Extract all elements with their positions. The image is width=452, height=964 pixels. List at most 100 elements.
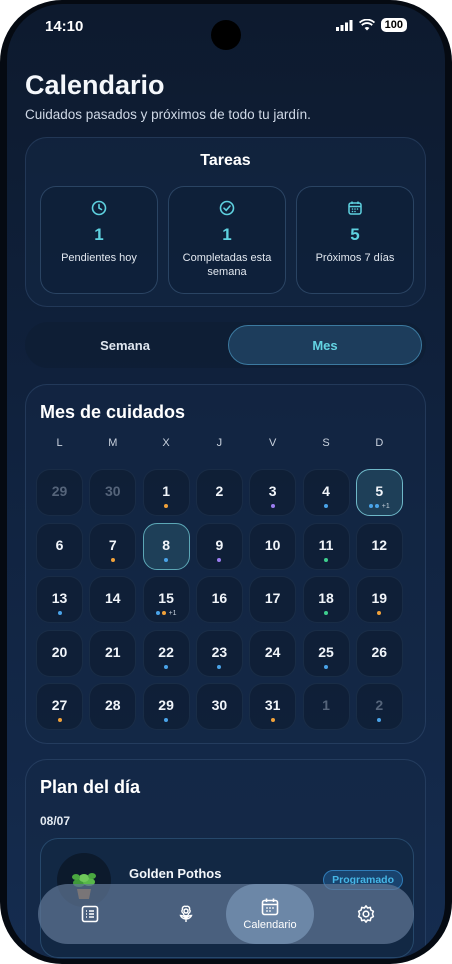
tab-list[interactable] bbox=[58, 884, 122, 944]
day-number: 26 bbox=[371, 643, 388, 660]
month-view-button[interactable]: Mes bbox=[228, 325, 422, 365]
calendar-day[interactable]: 3 bbox=[249, 469, 297, 516]
stat-pending-today[interactable]: 1 Pendientes hoy bbox=[40, 186, 158, 294]
calendar-day[interactable]: 14 bbox=[89, 576, 137, 623]
calendar-day[interactable]: 24 bbox=[249, 629, 297, 677]
calendar-day[interactable]: 2 bbox=[195, 469, 243, 516]
care-dot bbox=[324, 611, 328, 615]
calendar-day[interactable]: 2 bbox=[355, 683, 403, 730]
page-subtitle: Cuidados pasados y próximos de todo tu j… bbox=[25, 107, 311, 122]
calendar-day[interactable]: 22 bbox=[142, 629, 190, 677]
calendar-day[interactable]: 19 bbox=[355, 576, 403, 623]
day-number: 3 bbox=[268, 483, 277, 499]
calendar-day[interactable]: 9 bbox=[195, 522, 243, 570]
flower-icon bbox=[179, 905, 193, 922]
day-number: 20 bbox=[51, 643, 68, 660]
day-number: 29 bbox=[158, 697, 174, 713]
calendar-day[interactable]: 6 bbox=[36, 522, 83, 570]
care-indicators bbox=[357, 717, 402, 723]
day-number: 14 bbox=[105, 590, 121, 606]
day-number: 13 bbox=[51, 590, 68, 606]
care-dot bbox=[110, 557, 115, 562]
stat-value: 5 bbox=[350, 225, 360, 244]
care-indicators bbox=[304, 503, 349, 509]
bottom-tab-bar: Calendario bbox=[38, 884, 414, 944]
calendar-day[interactable]: 7 bbox=[89, 522, 137, 570]
calendar-icon bbox=[348, 201, 362, 215]
calendar-day[interactable]: 21 bbox=[89, 629, 137, 677]
care-indicators bbox=[144, 717, 189, 723]
tab-calendar[interactable]: Calendario bbox=[226, 884, 314, 944]
calendar-title: Mes de cuidados bbox=[40, 402, 186, 422]
stat-completed-week[interactable]: 1 Completadas esta semana bbox=[168, 186, 286, 294]
calendar-day[interactable]: 5 +1 bbox=[355, 469, 403, 516]
weekday-label: S bbox=[322, 437, 330, 449]
day-number: 10 bbox=[264, 536, 281, 553]
stat-value: 1 bbox=[222, 225, 232, 244]
care-dot bbox=[270, 504, 275, 508]
day-number: 28 bbox=[105, 697, 121, 713]
day-number: 30 bbox=[105, 483, 121, 499]
care-dot bbox=[164, 557, 169, 562]
calendar-day[interactable]: 20 bbox=[36, 629, 83, 677]
calendar-day[interactable]: 31 bbox=[249, 683, 297, 730]
day-number: 8 bbox=[162, 536, 170, 553]
calendar-day[interactable]: 30 bbox=[89, 469, 137, 516]
tab-plants[interactable] bbox=[154, 884, 218, 944]
weekday-label: L bbox=[56, 437, 63, 449]
calendar-day[interactable]: 11 bbox=[302, 522, 350, 570]
care-dot bbox=[164, 664, 169, 669]
check-circle-icon bbox=[219, 200, 235, 216]
care-indicators bbox=[304, 610, 349, 616]
page-title: Calendario bbox=[25, 70, 165, 100]
calendar-day[interactable]: 18 bbox=[302, 576, 350, 623]
care-indicators bbox=[250, 717, 295, 723]
day-number: 11 bbox=[318, 536, 334, 553]
calendar-day[interactable]: 16 bbox=[195, 576, 243, 623]
calendar-day[interactable]: 23 bbox=[195, 629, 243, 677]
calendar-day[interactable]: 30 bbox=[195, 683, 243, 730]
calendar-day[interactable]: 13 bbox=[36, 576, 83, 623]
calendar-day[interactable]: 26 bbox=[355, 629, 403, 677]
care-dot bbox=[57, 718, 62, 722]
calendar-day[interactable]: 1 bbox=[302, 683, 350, 730]
care-indicators bbox=[304, 557, 349, 563]
care-dot bbox=[57, 611, 62, 615]
care-dot bbox=[374, 504, 379, 508]
calendar-card: Mes de cuidados L M X J V S D 29 30 1 2 3 4 5 +1 6 7 8 9 10… bbox=[25, 384, 426, 744]
weekday-label: V bbox=[269, 437, 277, 449]
weekday-label: J bbox=[216, 437, 223, 449]
day-number: 21 bbox=[105, 643, 121, 660]
day-number: 7 bbox=[108, 536, 117, 553]
care-dot bbox=[217, 557, 222, 562]
care-dot bbox=[324, 557, 328, 562]
status-bar: 14:10 100 bbox=[7, 4, 445, 50]
calendar-day[interactable]: 29 bbox=[36, 469, 83, 516]
calendar-day[interactable]: 17 bbox=[249, 576, 297, 623]
signal-icon bbox=[335, 19, 353, 31]
day-number: 15 bbox=[158, 590, 174, 606]
calendar-day[interactable]: 8 bbox=[142, 522, 190, 570]
day-number: 1 bbox=[162, 483, 170, 499]
calendar-day[interactable]: 15 +1 bbox=[142, 576, 190, 623]
calendar-day[interactable]: 27 bbox=[36, 683, 83, 730]
care-indicators bbox=[250, 503, 295, 509]
calendar-day[interactable]: 4 bbox=[302, 469, 350, 516]
care-indicators bbox=[37, 717, 82, 723]
tab-settings[interactable] bbox=[334, 884, 398, 944]
care-indicators bbox=[197, 557, 242, 563]
stat-label: Próximos 7 días bbox=[315, 252, 395, 264]
calendar-day[interactable]: 25 bbox=[302, 629, 350, 677]
calendar-day[interactable]: 28 bbox=[89, 683, 137, 730]
calendar-day[interactable]: 10 bbox=[249, 522, 297, 570]
stat-upcoming-7-days[interactable]: 5 Próximos 7 días bbox=[296, 186, 414, 294]
wifi-icon bbox=[358, 19, 375, 31]
week-view-button[interactable]: Semana bbox=[28, 325, 222, 365]
calendar-day[interactable]: 29 bbox=[142, 683, 190, 730]
calendar-day[interactable]: 1 bbox=[142, 469, 190, 516]
day-number: 31 bbox=[264, 697, 281, 713]
plant-name: Golden Pothos bbox=[129, 866, 222, 881]
day-number: 30 bbox=[211, 697, 228, 713]
gear-icon bbox=[357, 905, 375, 923]
calendar-day[interactable]: 12 bbox=[355, 522, 403, 570]
